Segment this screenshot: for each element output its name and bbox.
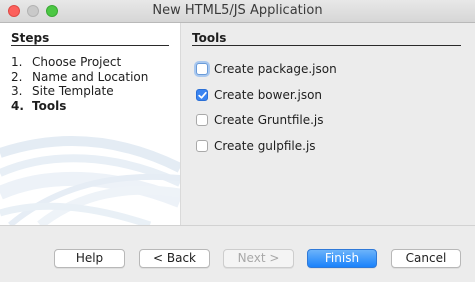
tools-panel: Tools Create package.json Create bower.j… [181,23,475,225]
window-title: New HTML5/JS Application [152,3,323,18]
checkmark-icon [197,91,207,99]
steps-divider [11,45,169,46]
create-gruntfile-option[interactable]: Create Gruntfile.js [196,112,324,128]
steps-list: 1. Choose Project 2. Name and Location 3. S… [11,55,148,113]
step-label: Site Template [32,84,114,98]
decorative-swoosh-graphic [0,136,180,225]
create-package-json-checkbox[interactable] [196,63,208,75]
dialog-window: New HTML5/JS Application Steps 1. Choose … [0,0,475,282]
back-button[interactable]: < Back [139,249,210,268]
create-gruntfile-checkbox[interactable] [196,114,208,126]
create-gulpfile-checkbox[interactable] [196,140,208,152]
cancel-button[interactable]: Cancel [391,249,461,268]
title-bar: New HTML5/JS Application [0,0,475,23]
step-label: Name and Location [32,69,149,84]
create-package-json-option[interactable]: Create package.json [196,61,337,77]
step-item-current: 4. Tools [11,98,67,113]
tools-heading: Tools [192,31,227,45]
footer-divider [0,225,475,226]
create-bower-json-checkbox[interactable] [196,89,208,101]
create-package-json-label: Create package.json [214,62,337,76]
step-label: Tools [32,98,67,113]
steps-heading: Steps [11,31,50,45]
tools-divider [192,45,461,46]
finish-button[interactable]: Finish [307,249,377,268]
create-gruntfile-label: Create Gruntfile.js [214,113,324,127]
create-gulpfile-label: Create gulpfile.js [214,139,316,153]
step-label: Choose Project [32,55,122,69]
step-item: 3. Site Template [11,84,114,98]
create-bower-json-option[interactable]: Create bower.json [196,87,322,103]
help-button[interactable]: Help [54,249,125,268]
step-item: 1. Choose Project [11,55,122,69]
create-bower-json-label: Create bower.json [214,88,323,102]
steps-panel: Steps 1. Choose Project 2. Name and Locati… [0,23,181,225]
next-button: Next > [223,249,294,268]
create-gulpfile-option[interactable]: Create gulpfile.js [196,138,316,154]
step-item: 2. Name and Location [11,69,149,84]
